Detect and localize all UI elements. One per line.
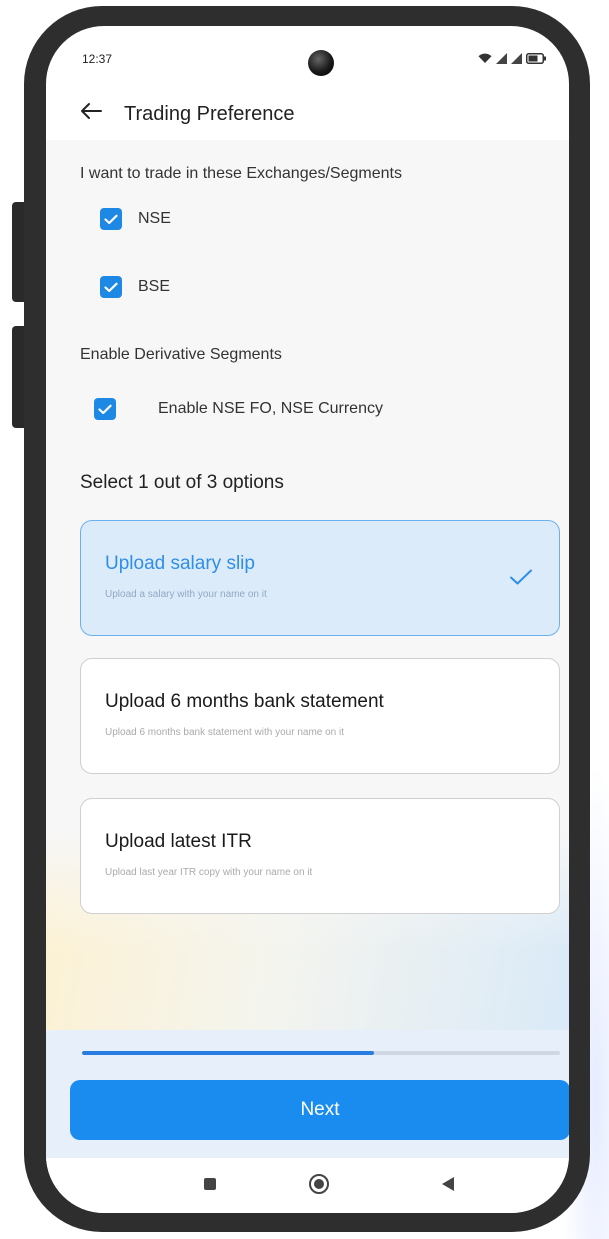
checkbox-checked-icon <box>100 276 122 298</box>
option-title: Upload 6 months bank statement <box>105 691 384 712</box>
system-nav-bar <box>46 1158 569 1213</box>
checkbox-checked-icon <box>100 208 122 230</box>
status-bar: 12:37 <box>46 26 569 96</box>
option-subtitle: Upload a salary with your name on it <box>105 589 267 600</box>
app-bar: Trading Preference <box>46 88 569 140</box>
arrow-left-icon <box>80 102 102 125</box>
battery-icon <box>526 52 546 64</box>
option-card-salary-slip[interactable]: Upload salary slip Upload a salary with … <box>80 520 560 636</box>
derivative-label: Enable NSE FO, NSE Currency <box>158 400 383 417</box>
progress-bar <box>82 1051 560 1055</box>
front-camera <box>308 50 334 76</box>
status-time: 12:37 <box>82 52 113 66</box>
option-subtitle: Upload last year ITR copy with your name… <box>105 867 313 878</box>
derivatives-label: Enable Derivative Segments <box>80 346 282 363</box>
page-title: Trading Preference <box>124 103 295 125</box>
phone-frame: 12:37 Trading Preference I want to trade… <box>24 6 590 1232</box>
exchange-label-nse: NSE <box>138 210 171 227</box>
nav-back-button[interactable] <box>428 1166 468 1206</box>
derivative-checkbox-nse-fo[interactable]: Enable NSE FO, NSE Currency <box>94 398 383 420</box>
options-title: Select 1 out of 3 options <box>80 472 284 493</box>
option-card-itr[interactable]: Upload latest ITR Upload last year ITR c… <box>80 798 560 914</box>
circle-home-icon <box>308 1173 330 1200</box>
bottom-panel: Next <box>46 1030 569 1158</box>
option-subtitle: Upload 6 months bank statement with your… <box>105 727 345 738</box>
exchange-label-bse: BSE <box>138 278 171 295</box>
recents-button[interactable] <box>190 1166 230 1206</box>
signal-icon <box>511 52 522 64</box>
wifi-icon <box>478 53 492 64</box>
checkbox-checked-icon <box>94 398 116 420</box>
option-card-bank-statement[interactable]: Upload 6 months bank statement Upload 6 … <box>80 658 560 774</box>
triangle-back-icon <box>441 1176 455 1197</box>
back-button[interactable] <box>78 100 104 126</box>
content-area: I want to trade in these Exchanges/Segme… <box>46 140 569 1030</box>
square-icon <box>203 1177 217 1196</box>
status-icons <box>478 52 546 64</box>
option-title: Upload latest ITR <box>105 831 252 852</box>
exchanges-label: I want to trade in these Exchanges/Segme… <box>80 165 402 182</box>
home-button[interactable] <box>299 1166 339 1206</box>
signal-icon <box>496 52 507 64</box>
next-button[interactable]: Next <box>70 1080 569 1140</box>
exchange-checkbox-bse[interactable]: BSE <box>100 276 170 298</box>
progress-fill <box>82 1051 374 1055</box>
option-title: Upload salary slip <box>105 553 255 574</box>
checkmark-icon <box>507 563 535 591</box>
phone-screen: 12:37 Trading Preference I want to trade… <box>46 26 569 1213</box>
exchange-checkbox-nse[interactable]: NSE <box>100 208 171 230</box>
